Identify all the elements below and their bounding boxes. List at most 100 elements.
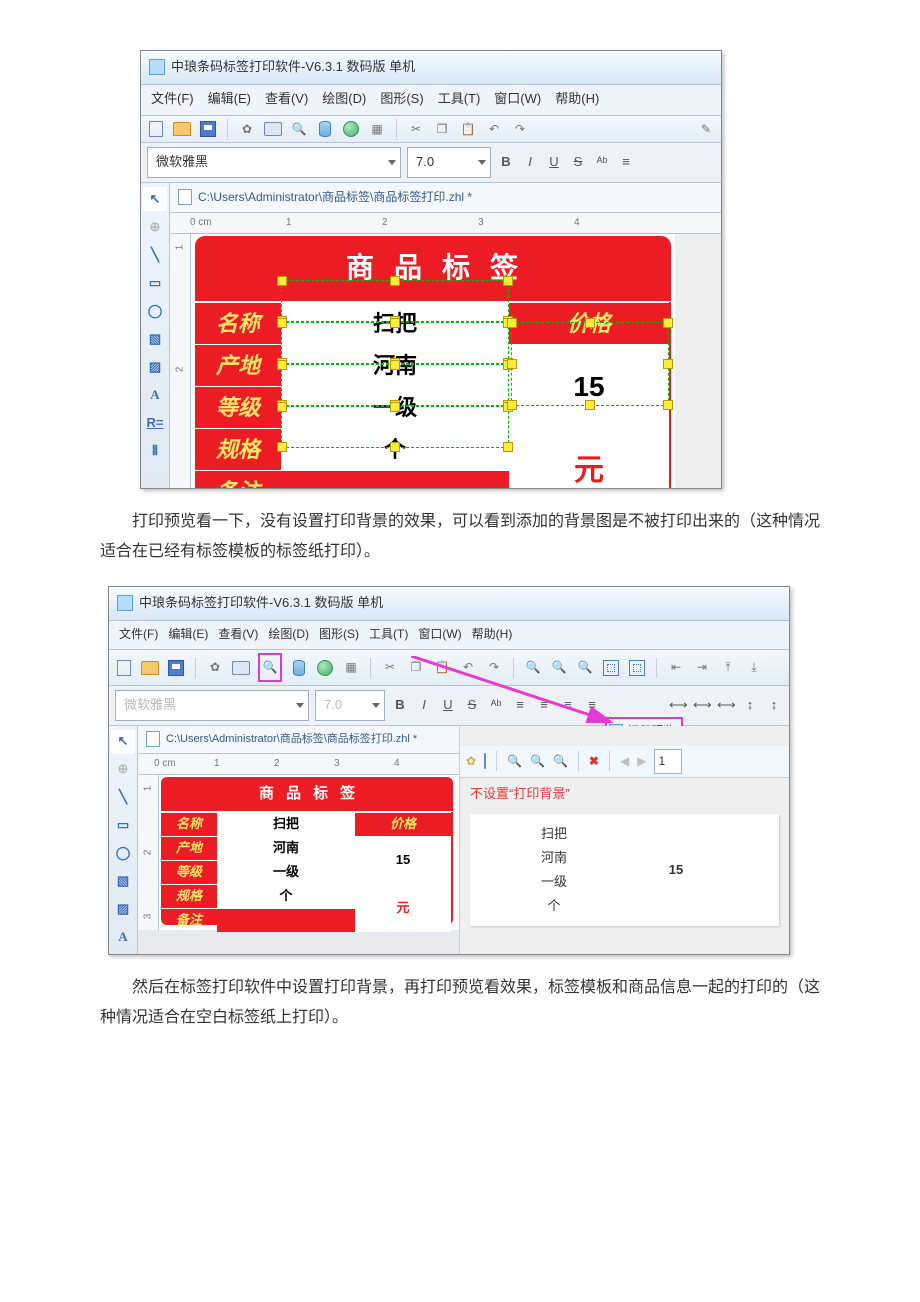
zoom-in-icon[interactable]: 🔍 (507, 750, 522, 773)
horizontal-ruler: 0 cm 1 2 3 4 (170, 213, 721, 234)
save-icon[interactable] (167, 659, 185, 677)
screenshot-editor-main: 中琅条码标签打印软件-V6.3.1 数码版 单机 文件(F) 编辑(E) 查看(… (140, 50, 722, 489)
label-key: 备注 (161, 908, 217, 932)
picture-tool-icon[interactable]: ▨ (143, 355, 167, 379)
ellipse-tool-icon[interactable]: ◯ (143, 299, 167, 323)
print-preview-icon[interactable]: 🔍 (261, 659, 279, 677)
zoom-fit-icon[interactable]: 🔍 (553, 750, 568, 773)
document-tab[interactable]: C:\Users\Administrator\商品标签\商品标签打印.zhl * (170, 183, 721, 213)
richtext-tool-icon[interactable]: R= (143, 411, 167, 435)
settings-icon[interactable]: ✿ (206, 659, 224, 677)
database-icon[interactable] (316, 120, 334, 138)
database-icon[interactable] (290, 659, 308, 677)
zoom-reset-icon[interactable]: 🔍 (576, 659, 594, 677)
print-preview-icon[interactable]: 🔍 (290, 120, 308, 138)
design-canvas[interactable]: 商品标签 名称 扫把 价格 产地 河南 15 等级 一级 (191, 234, 675, 489)
selection-outline[interactable] (281, 280, 509, 322)
text-tool-icon[interactable]: A (143, 383, 167, 407)
cut-icon[interactable]: ✂ (407, 120, 425, 138)
selection-outline[interactable] (281, 406, 509, 448)
selection-outline[interactable] (281, 364, 509, 406)
new-icon[interactable] (115, 659, 133, 677)
menu-help[interactable]: 帮助(H) (555, 87, 599, 112)
undo-icon[interactable]: ↶ (485, 120, 503, 138)
line-tool-icon[interactable]: ╲ (143, 243, 167, 267)
font-toolbar: 微软雅黑 7.0 B I U S ᴬᵇ ≡ ≡ ≡ ≡ ⟷ ⟷ ⟷ ↕ ↕ (109, 686, 789, 726)
globe-icon[interactable] (342, 120, 360, 138)
select-tool-icon[interactable]: ↖ (143, 187, 167, 211)
label-card: 商品标签 名称 扫把 价格 产地 河南 15 等级 一级 (161, 777, 453, 925)
font-size-combo[interactable]: 7.0 (407, 147, 491, 178)
barcode-tool-icon[interactable]: ⦀ (143, 439, 167, 463)
line-tool-icon[interactable]: ╲ (111, 786, 135, 810)
menu-draw[interactable]: 绘图(D) (322, 87, 366, 112)
horizontal-ruler: 0 cm 1 2 3 4 (138, 754, 459, 775)
close-preview-icon[interactable]: ✖ (589, 750, 599, 773)
menu-view[interactable]: 查看(V) (218, 623, 258, 646)
settings-icon[interactable]: ✿ (466, 750, 476, 773)
prev-page-icon: ◀ (620, 750, 629, 773)
picture-tool-icon[interactable]: ▨ (111, 898, 135, 922)
menu-draw[interactable]: 绘图(D) (268, 623, 309, 646)
print-icon[interactable] (484, 750, 486, 773)
save-icon[interactable] (199, 120, 217, 138)
label-val[interactable] (281, 470, 509, 489)
menu-window[interactable]: 窗口(W) (418, 623, 461, 646)
zoom-in-icon[interactable]: 🔍 (524, 659, 542, 677)
open-icon[interactable] (173, 120, 191, 138)
document-tab[interactable]: C:\Users\Administrator\商品标签\商品标签打印.zhl * (138, 726, 459, 754)
round-rect-tool-icon[interactable]: ▭ (143, 271, 167, 295)
new-icon[interactable] (147, 120, 165, 138)
menu-help[interactable]: 帮助(H) (472, 623, 513, 646)
menu-bar[interactable]: 文件(F) 编辑(E) 查看(V) 绘图(D) 图形(S) 工具(T) 窗口(W… (109, 621, 789, 651)
grid-icon[interactable]: ▦ (368, 120, 386, 138)
spacing-icon: ↕ (741, 693, 759, 718)
zoom-out-icon[interactable]: 🔍 (530, 750, 545, 773)
round-rect-tool-icon[interactable]: ▭ (111, 814, 135, 838)
selection-outline[interactable] (511, 322, 669, 406)
image-tool-icon[interactable]: ▧ (111, 870, 135, 894)
menu-shape[interactable]: 图形(S) (380, 87, 423, 112)
italic-button[interactable]: I (521, 150, 539, 175)
design-canvas[interactable]: 商品标签 名称 扫把 价格 产地 河南 15 等级 一级 (159, 775, 459, 930)
font-family-combo[interactable]: 微软雅黑 (147, 147, 401, 178)
fit-page-icon[interactable] (602, 659, 620, 677)
menu-file[interactable]: 文件(F) (151, 87, 194, 112)
ellipse-tool-icon[interactable]: ◯ (111, 842, 135, 866)
redo-icon[interactable]: ↷ (511, 120, 529, 138)
globe-icon[interactable] (316, 659, 334, 677)
text-tool-icon[interactable]: A (111, 926, 135, 950)
print-icon[interactable] (232, 659, 250, 677)
strike-button[interactable]: S (569, 150, 587, 175)
image-tool-icon[interactable]: ▧ (143, 327, 167, 351)
paste-icon[interactable]: 📋 (459, 120, 477, 138)
bold-button[interactable]: B (497, 150, 515, 175)
select-tool-icon[interactable]: ↖ (111, 730, 135, 754)
menu-file[interactable]: 文件(F) (119, 623, 158, 646)
align-button[interactable]: ≡ (617, 150, 635, 175)
grid-icon[interactable]: ▦ (342, 659, 360, 677)
selection-outline[interactable] (281, 322, 509, 364)
menu-edit[interactable]: 编辑(E) (208, 87, 251, 112)
page-number-input[interactable]: 1 (654, 749, 682, 774)
menu-shape[interactable]: 图形(S) (319, 623, 359, 646)
char-spacing-button[interactable]: ᴬᵇ (593, 150, 611, 175)
menu-tools[interactable]: 工具(T) (438, 87, 481, 112)
menu-window[interactable]: 窗口(W) (494, 87, 541, 112)
zoom-out-icon[interactable]: 🔍 (550, 659, 568, 677)
fit-width-icon[interactable] (628, 659, 646, 677)
menu-view[interactable]: 查看(V) (265, 87, 308, 112)
print-icon[interactable] (264, 120, 282, 138)
label-val: 个 (217, 884, 355, 908)
settings-icon[interactable]: ✿ (238, 120, 256, 138)
menu-tools[interactable]: 工具(T) (369, 623, 408, 646)
pan-tool-icon[interactable]: ⊕ (111, 758, 135, 782)
underline-button[interactable]: U (545, 150, 563, 175)
pan-tool-icon[interactable]: ⊕ (143, 215, 167, 239)
copy-icon[interactable]: ❐ (433, 120, 451, 138)
open-icon[interactable] (141, 659, 159, 677)
menu-bar[interactable]: 文件(F) 编辑(E) 查看(V) 绘图(D) 图形(S) 工具(T) 窗口(W… (141, 85, 721, 117)
menu-edit[interactable]: 编辑(E) (168, 623, 208, 646)
color-picker-icon[interactable]: ✎ (697, 120, 715, 138)
align-center-button: ≡ (535, 693, 553, 718)
